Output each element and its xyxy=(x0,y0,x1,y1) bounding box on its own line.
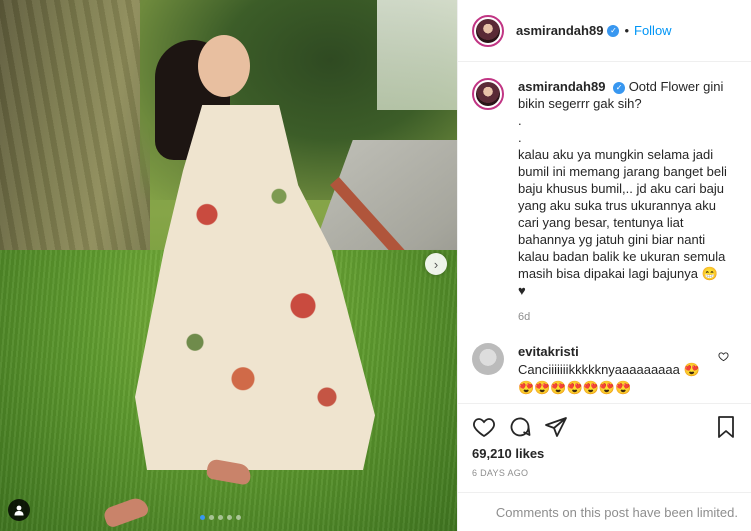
caption-username[interactable]: asmirandah89 xyxy=(518,79,605,94)
action-bar xyxy=(458,403,751,449)
caption-body: Ootd Flower gini bikin segerrr gak sih? … xyxy=(518,79,727,298)
comment-icon[interactable] xyxy=(508,415,532,439)
post-date[interactable]: 6 DAYS AGO xyxy=(472,468,528,478)
verified-badge-icon: ✓ xyxy=(607,24,620,37)
caption-time[interactable]: 6d xyxy=(518,311,737,323)
post-sidebar: asmirandah89 ✓ • Follow asmirandah89 ✓ O… xyxy=(457,0,751,531)
carousel-dot xyxy=(209,515,214,520)
bookmark-icon[interactable] xyxy=(714,415,738,439)
comment-item: evitakristi Canciiiiiiikkkkknyaaaaaaaaa … xyxy=(472,343,737,397)
follow-button[interactable]: Follow xyxy=(634,23,672,38)
chevron-right-icon: › xyxy=(433,256,439,272)
user-tag-icon xyxy=(14,505,24,516)
carousel-dots xyxy=(200,515,241,520)
caption-verified-badge-icon: ✓ xyxy=(613,81,626,94)
header-separator: • xyxy=(624,23,629,38)
post-header: asmirandah89 ✓ • Follow xyxy=(458,0,751,62)
carousel-dot xyxy=(227,515,232,520)
user-tag-button[interactable] xyxy=(8,499,30,521)
photo-sky xyxy=(377,0,457,110)
author-avatar[interactable] xyxy=(472,14,504,47)
commenter-username[interactable]: evitakristi xyxy=(518,343,713,361)
comment-text: Canciiiiiiikkkkknyaaaaaaaaa 😍 😍😍😍😍😍😍😍 xyxy=(518,362,700,395)
heart-icon xyxy=(718,352,729,362)
heart-icon[interactable] xyxy=(472,415,496,439)
caption-row: asmirandah89 ✓ Ootd Flower gini bikin se… xyxy=(472,78,737,299)
comment-body: evitakristi Canciiiiiiikkkkknyaaaaaaaaa … xyxy=(518,343,713,397)
carousel-dot xyxy=(200,515,205,520)
comments-limited-notice: Comments on this post have been limited. xyxy=(458,492,751,531)
post-photo[interactable]: › xyxy=(0,0,457,531)
likes-count[interactable]: 69,210 likes xyxy=(472,446,544,461)
comment-like-button[interactable] xyxy=(718,351,729,365)
caption: asmirandah89 ✓ Ootd Flower gini bikin se… xyxy=(518,78,737,299)
share-icon[interactable] xyxy=(544,415,568,439)
carousel-dot xyxy=(218,515,223,520)
commenter-avatar[interactable] xyxy=(472,343,504,375)
author-username[interactable]: asmirandah89 xyxy=(516,23,603,38)
comments-section[interactable]: asmirandah89 ✓ Ootd Flower gini bikin se… xyxy=(458,62,751,402)
caption-author-avatar[interactable] xyxy=(472,78,504,110)
carousel-next-button[interactable]: › xyxy=(425,253,447,275)
carousel-dot xyxy=(236,515,241,520)
photo-face xyxy=(198,35,250,97)
